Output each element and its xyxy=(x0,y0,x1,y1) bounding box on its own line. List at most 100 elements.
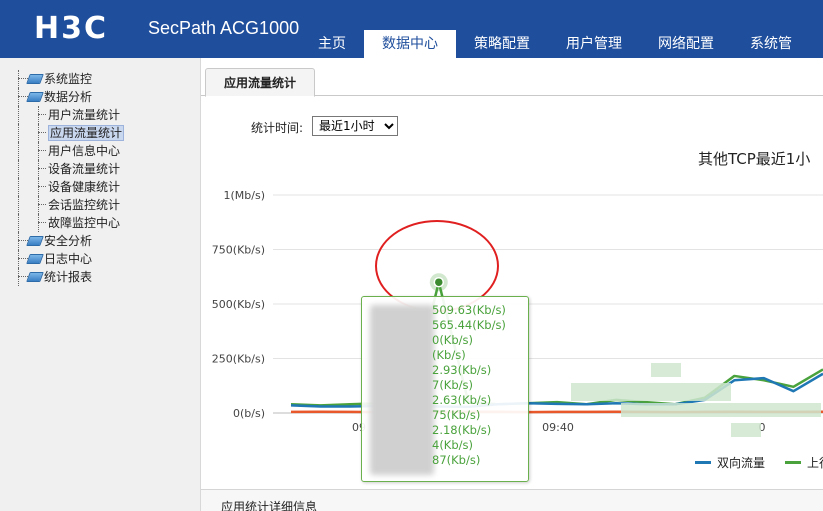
tree-branch xyxy=(38,186,46,187)
chart-legend: 双向流量 上行 xyxy=(695,454,823,471)
tree-branch xyxy=(38,222,46,223)
folder-icon xyxy=(26,74,44,84)
nav-user-mgmt[interactable]: 用户管理 xyxy=(548,30,640,58)
time-label: 统计时间: xyxy=(251,121,304,135)
sidebar-item[interactable]: 数据分析 xyxy=(14,88,124,106)
sidebar-item[interactable]: 应用流量统计 xyxy=(14,124,125,142)
tree-line xyxy=(38,106,39,124)
redacted-region xyxy=(731,423,761,437)
h3c-logo: H3C xyxy=(34,11,108,46)
sidebar-item[interactable]: 用户流量统计 xyxy=(14,106,124,124)
redacted-region xyxy=(621,403,821,417)
tree-branch xyxy=(38,204,46,205)
tree-branch xyxy=(38,114,46,115)
sidebar-item-label: 日志中心 xyxy=(44,252,93,266)
sidebar-item-label: 故障监控中心 xyxy=(48,216,121,230)
tree-line xyxy=(38,178,39,196)
tree-branch xyxy=(38,168,46,169)
tooltip-line: 87(Kb/s) xyxy=(432,453,481,467)
tree-line xyxy=(18,160,19,178)
tree-line xyxy=(18,196,19,214)
tree-line xyxy=(18,142,19,160)
details-title: 应用统计详细信息 xyxy=(221,500,318,511)
tooltip-line: (Kb/s) xyxy=(432,348,466,362)
sidebar-item-label: 设备流量统计 xyxy=(48,162,121,176)
sidebar-item[interactable]: 系统监控 xyxy=(14,70,124,88)
sidebar-item-label: 数据分析 xyxy=(44,90,93,104)
nav-tree: 系统监控数据分析用户流量统计 应用流量统计 用户信息中心 设备流量统计设备健康统计会话… xyxy=(14,70,125,286)
sidebar-item-label: 统计报表 xyxy=(44,270,93,284)
y-tick-label: 250(Kb/s) xyxy=(212,353,265,366)
x-tick-label: 09:40 xyxy=(542,421,574,434)
redacted-region xyxy=(571,383,731,401)
tree-branch xyxy=(18,96,28,97)
tree-line xyxy=(38,142,39,160)
product-name: SecPath ACG1000 xyxy=(148,18,300,38)
tooltip-line: 565.44(Kb/s) xyxy=(432,318,506,332)
nav-policy[interactable]: 策略配置 xyxy=(456,30,548,58)
tree-line xyxy=(18,250,19,268)
y-tick-label: 0(b/s) xyxy=(233,407,265,420)
tree-line xyxy=(18,214,19,232)
tab-bar: 应用流量统计 xyxy=(201,58,823,97)
main-panel: 应用流量统计 统计时间: 最近1小时 其他TCP最近1小 1(Mb/s) 750(… xyxy=(201,58,823,511)
folder-icon xyxy=(26,272,44,282)
sidebar-item[interactable]: 统计报表 xyxy=(14,268,124,286)
tooltip-line: 0(Kb/s) xyxy=(432,333,473,347)
tree-line xyxy=(18,178,19,196)
time-range-select[interactable]: 最近1小时 xyxy=(312,116,398,136)
tree-line xyxy=(18,70,19,88)
tree-branch xyxy=(18,276,28,277)
tree-branch xyxy=(18,78,28,79)
tooltip-line: 2.63(Kb/s) xyxy=(432,393,492,407)
folder-icon xyxy=(26,254,44,264)
chart-tooltip: 509.63(Kb/s) 565.44(Kb/s) 0(Kb/s) (Kb/s) 2.9… xyxy=(361,296,529,482)
sidebar-item-label: 系统监控 xyxy=(44,72,93,86)
tree-line xyxy=(18,124,19,142)
folder-icon xyxy=(26,92,44,102)
sidebar-item[interactable]: 用户信息中心 xyxy=(14,142,124,160)
nav-data-center[interactable]: 数据中心 xyxy=(364,30,456,58)
sidebar-item-label: 用户流量统计 xyxy=(48,108,121,122)
sidebar-item-label: 会话监控统计 xyxy=(48,198,121,212)
sidebar-item[interactable]: 设备流量统计 xyxy=(14,160,124,178)
legend-upstream: 上行 xyxy=(807,456,823,470)
y-tick-label: 750(Kb/s) xyxy=(212,244,265,257)
sidebar-item[interactable]: 故障监控中心 xyxy=(14,214,124,232)
tree-line xyxy=(18,106,19,124)
y-tick-label: 1(Mb/s) xyxy=(224,189,266,202)
tree-line xyxy=(38,214,39,232)
legend-swatch-bidirectional xyxy=(695,461,711,464)
nav-network[interactable]: 网络配置 xyxy=(640,30,732,58)
tab-app-traffic[interactable]: 应用流量统计 xyxy=(205,68,316,97)
tree-line xyxy=(38,160,39,178)
tooltip-line: 2.18(Kb/s) xyxy=(432,423,492,437)
redacted-area xyxy=(370,305,434,475)
tree-line xyxy=(38,196,39,214)
sidebar-item[interactable]: 安全分析 xyxy=(14,232,124,250)
chart-title: 其他TCP最近1小 xyxy=(698,150,811,168)
top-nav: 主页 数据中心 策略配置 用户管理 网络配置 系统管 xyxy=(300,30,810,58)
sidebar-item-label: 用户信息中心 xyxy=(48,144,121,158)
tree-line xyxy=(18,268,19,286)
tooltip-line: 4(Kb/s) xyxy=(432,438,473,452)
tree-branch xyxy=(38,150,46,151)
app-header: H3C SecPath ACG1000 主页 数据中心 策略配置 用户管理 网络… xyxy=(0,0,823,58)
y-tick-label: 500(Kb/s) xyxy=(212,298,265,311)
tooltip-line: 7(Kb/s) xyxy=(432,378,473,392)
tree-line xyxy=(38,124,39,142)
sidebar-item[interactable]: 日志中心 xyxy=(14,250,124,268)
legend-bidirectional: 双向流量 xyxy=(717,456,766,470)
sidebar-item[interactable]: 会话监控统计 xyxy=(14,196,124,214)
nav-home[interactable]: 主页 xyxy=(300,30,364,58)
sidebar-item[interactable]: 设备健康统计 xyxy=(14,178,124,196)
sidebar-item-label: 安全分析 xyxy=(44,234,93,248)
tooltip-line: 509.63(Kb/s) xyxy=(432,303,506,317)
folder-icon xyxy=(26,236,44,246)
tree-branch xyxy=(38,132,46,133)
nav-system[interactable]: 系统管 xyxy=(732,30,810,58)
sidebar-item-label: 应用流量统计 xyxy=(48,125,125,141)
tree-branch xyxy=(18,258,28,259)
sidebar: 系统监控数据分析用户流量统计 应用流量统计 用户信息中心 设备流量统计设备健康统计会话… xyxy=(0,58,201,511)
redacted-region xyxy=(651,363,681,377)
